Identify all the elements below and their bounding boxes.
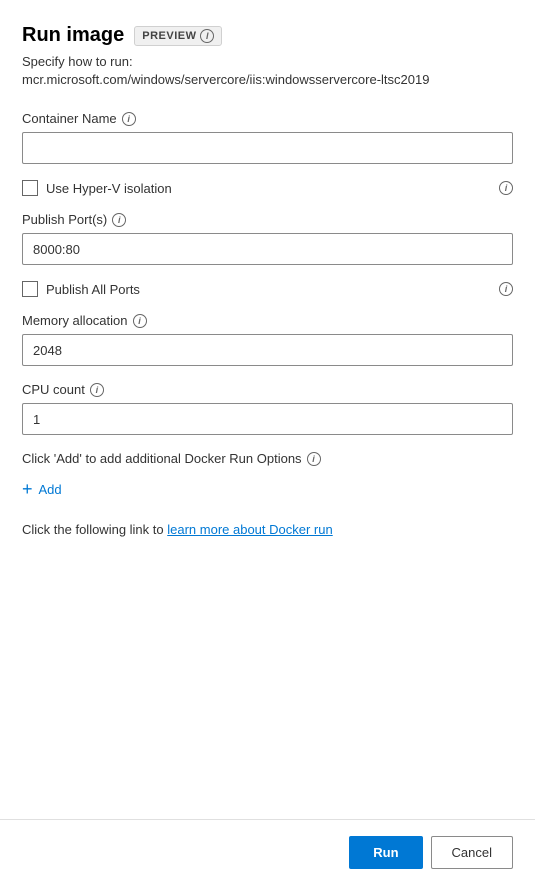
container-name-group: Container Name i xyxy=(22,111,513,164)
plus-icon: + xyxy=(22,480,33,498)
add-options-info-icon[interactable]: i xyxy=(307,452,321,466)
publish-ports-info-icon[interactable]: i xyxy=(112,213,126,227)
publish-all-ports-info-icon[interactable]: i xyxy=(499,282,513,296)
hyper-v-row: Use Hyper-V isolation i xyxy=(22,180,513,196)
memory-allocation-input[interactable] xyxy=(22,334,513,366)
run-button[interactable]: Run xyxy=(349,836,422,869)
cpu-count-group: CPU count i xyxy=(22,382,513,435)
add-options-section: Click 'Add' to add additional Docker Run… xyxy=(22,451,513,502)
add-button-label: Add xyxy=(39,482,62,497)
cpu-count-label: CPU count i xyxy=(22,382,513,397)
publish-ports-label: Publish Port(s) i xyxy=(22,212,513,227)
subtitle: Specify how to run: mcr.microsoft.com/wi… xyxy=(22,53,513,89)
publish-all-ports-checkbox[interactable] xyxy=(22,281,38,297)
docker-link-text: Click the following link to xyxy=(22,522,167,537)
memory-allocation-info-icon[interactable]: i xyxy=(133,314,147,328)
container-name-input[interactable] xyxy=(22,132,513,164)
cpu-count-input[interactable] xyxy=(22,403,513,435)
preview-badge: PREVIEW i xyxy=(134,26,222,46)
hyper-v-info-icon[interactable]: i xyxy=(499,181,513,195)
hyper-v-label[interactable]: Use Hyper-V isolation xyxy=(46,181,172,196)
page-title: Run image xyxy=(22,24,124,47)
add-button[interactable]: + Add xyxy=(22,476,62,502)
cancel-button[interactable]: Cancel xyxy=(431,836,513,869)
docker-learn-more-link[interactable]: learn more about Docker run xyxy=(167,522,332,537)
publish-ports-group: Publish Port(s) i xyxy=(22,212,513,265)
footer: Run Cancel xyxy=(0,819,535,885)
preview-info-icon[interactable]: i xyxy=(200,29,214,43)
container-name-info-icon[interactable]: i xyxy=(122,112,136,126)
cpu-count-info-icon[interactable]: i xyxy=(90,383,104,397)
add-options-label: Click 'Add' to add additional Docker Run… xyxy=(22,451,513,466)
memory-allocation-group: Memory allocation i xyxy=(22,313,513,366)
publish-all-ports-label[interactable]: Publish All Ports xyxy=(46,282,140,297)
hyper-v-checkbox[interactable] xyxy=(22,180,38,196)
memory-allocation-label: Memory allocation i xyxy=(22,313,513,328)
publish-all-ports-row: Publish All Ports i xyxy=(22,281,513,297)
publish-ports-input[interactable] xyxy=(22,233,513,265)
container-name-label: Container Name i xyxy=(22,111,513,126)
docker-link-section: Click the following link to learn more a… xyxy=(22,522,513,537)
